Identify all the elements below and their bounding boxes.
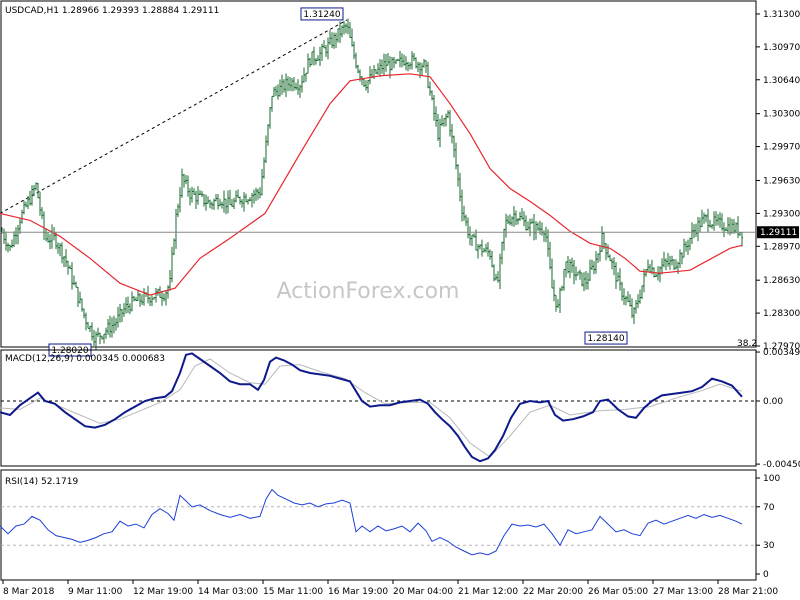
chart-svg: ActionForex.com 1.312401.280201.28140 US… (0, 0, 800, 600)
time-tick-label: 22 Mar 20:00 (523, 587, 583, 597)
time-tick-label: 12 Mar 19:00 (133, 587, 193, 597)
rsi-y-tick-label: 0 (763, 570, 769, 580)
time-tick-label: 16 Mar 19:00 (328, 587, 388, 597)
price-y-tick-label: 1.29970 (763, 143, 800, 153)
price-y-tick-label: 1.29630 (763, 176, 800, 186)
price-y-tick-label: 1.28970 (763, 242, 800, 252)
rsi-y-tick-label: 100 (763, 474, 780, 484)
price-y-tick-label: 1.28630 (763, 276, 800, 286)
price-y-tick-label: 1.30970 (763, 43, 800, 53)
rsi-y-tick-label: 70 (763, 503, 775, 513)
corner-label: 38.2 (737, 339, 757, 349)
time-tick-label: 20 Mar 04:00 (393, 587, 453, 597)
rsi-title: RSI(14) 52.1719 (5, 477, 78, 487)
macd-y-tick-label: 0.00 (763, 397, 783, 407)
rsi-y-tick-label: 30 (763, 541, 775, 551)
price-y-tick-label: 1.29300 (763, 209, 800, 219)
time-tick-label: 28 Mar 21:00 (718, 587, 778, 597)
macd-y-tick-label: -0.004508 (763, 460, 800, 470)
price-y-tick-label: 1.30640 (763, 76, 800, 86)
time-tick-label: 14 Mar 03:00 (198, 587, 258, 597)
time-tick-label: 15 Mar 11:00 (263, 587, 323, 597)
price-title: USDCAD,H1 1.28966 1.29393 1.28884 1.2911… (5, 6, 219, 16)
last-price-label: 1.29111 (760, 228, 797, 238)
time-tick-label: 8 Mar 2018 (3, 587, 55, 597)
price-y-tick-label: 1.31300 (763, 10, 800, 20)
time-tick-label: 27 Mar 13:00 (653, 587, 713, 597)
macd-y-tick-label: 0.003497 (763, 348, 800, 358)
price-watermark: ActionForex.com (277, 279, 460, 304)
price-annotation: 1.28140 (587, 334, 624, 344)
time-tick-label: 9 Mar 11:00 (68, 587, 123, 597)
time-tick-label: 21 Mar 12:00 (458, 587, 518, 597)
price-y-tick-label: 1.28300 (763, 309, 800, 319)
macd-title: MACD(12,26,9) 0.000345 0.000683 (5, 354, 165, 364)
price-annotation: 1.31240 (303, 10, 340, 20)
price-y-tick-label: 1.30300 (763, 110, 800, 120)
time-tick-label: 26 Mar 05:00 (588, 587, 648, 597)
